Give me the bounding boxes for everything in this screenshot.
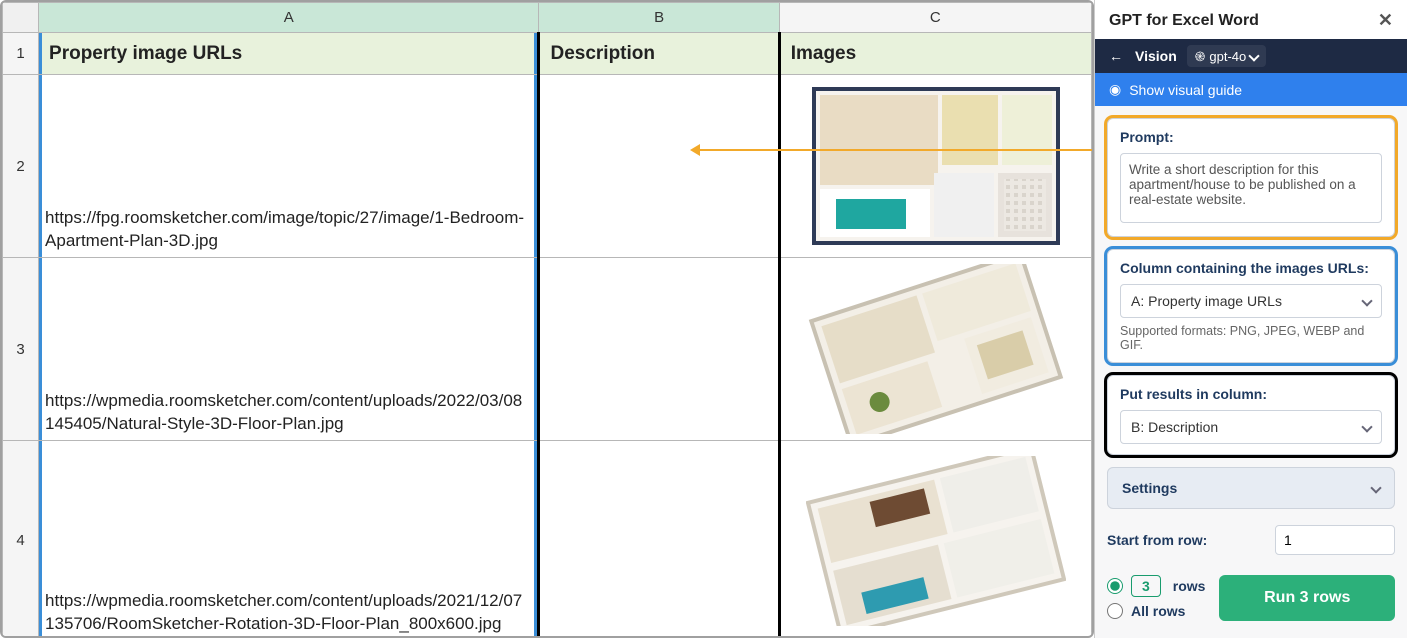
settings-label: Settings [1122,480,1177,496]
output-column-value: B: Description [1131,419,1218,435]
start-row-label: Start from row: [1107,532,1207,548]
cell-c3[interactable] [779,258,1091,441]
prompt-textarea[interactable] [1120,153,1382,223]
image-column-box: Column containing the images URLs: A: Pr… [1107,249,1395,363]
output-column-label: Put results in column: [1120,386,1382,402]
settings-accordion[interactable]: Settings [1107,467,1395,509]
panel-section: Vision [1135,48,1177,64]
cell-a2[interactable]: https://fpg.roomsketcher.com/image/topic… [39,75,539,258]
cell-a4[interactable]: https://wpmedia.roomsketcher.com/content… [39,441,539,638]
cell-c4[interactable] [779,441,1091,638]
floorplan-image [806,456,1066,626]
n-rows-value: 3 [1131,575,1161,597]
output-column-box: Put results in column: B: Description [1107,375,1395,455]
annotation-arrow [692,149,1094,151]
all-rows-label: All rows [1131,603,1185,619]
floorplan-image [806,81,1066,251]
rows-word: rows [1173,578,1206,594]
image-column-select[interactable]: A: Property image URLs [1120,284,1382,318]
header-cell-b1[interactable]: Description [539,33,779,75]
floorplan-image [806,264,1066,434]
image-column-hint: Supported formats: PNG, JPEG, WEBP and G… [1120,324,1382,352]
header-cell-a1[interactable]: Property image URLs [39,33,539,75]
spreadsheet[interactable]: A B C 1 Property image URLs Description … [0,0,1094,638]
visual-guide-button[interactable]: ◉ Show visual guide [1095,73,1407,106]
cell-b4[interactable] [539,441,779,638]
model-logo-icon: ֎ [1195,47,1206,65]
row-header-1[interactable]: 1 [3,33,39,75]
row-header-2[interactable]: 2 [3,75,39,258]
cell-b3[interactable] [539,258,779,441]
output-column-select[interactable]: B: Description [1120,410,1382,444]
image-column-label: Column containing the images URLs: [1120,260,1382,276]
cell-c2[interactable] [779,75,1091,258]
column-header-row: A B C [3,3,1092,33]
row-header-3[interactable]: 3 [3,258,39,441]
chevron-down-icon [1249,50,1260,61]
model-name: gpt-4o [1209,49,1246,64]
all-rows-radio[interactable]: All rows [1107,603,1205,619]
row-header-4[interactable]: 4 [3,441,39,638]
back-icon[interactable]: ← [1107,48,1125,64]
cell-b2[interactable] [539,75,779,258]
visual-guide-label: Show visual guide [1129,82,1242,98]
col-header-c[interactable]: C [779,3,1091,33]
cell-a3[interactable]: https://wpmedia.roomsketcher.com/content… [39,258,539,441]
n-rows-radio[interactable]: 3 rows [1107,575,1205,597]
model-selector[interactable]: ֎ gpt-4o [1187,45,1267,67]
run-button[interactable]: Run 3 rows [1219,575,1395,621]
select-all-corner[interactable] [3,3,39,33]
col-header-a[interactable]: A [39,3,539,33]
panel-title: GPT for Excel Word [1109,12,1259,30]
image-column-value: A: Property image URLs [1131,293,1282,309]
header-cell-c1[interactable]: Images [779,33,1091,75]
eye-icon: ◉ [1109,81,1121,98]
col-header-b[interactable]: B [539,3,779,33]
start-row-input[interactable] [1275,525,1395,555]
prompt-label: Prompt: [1120,129,1382,145]
addin-panel: GPT for Excel Word ✕ ← Vision ֎ gpt-4o ◉… [1094,0,1407,638]
chevron-down-icon [1361,421,1372,432]
close-icon[interactable]: ✕ [1378,10,1393,31]
prompt-box: Prompt: [1107,118,1395,237]
chevron-down-icon [1370,482,1381,493]
chevron-down-icon [1361,295,1372,306]
